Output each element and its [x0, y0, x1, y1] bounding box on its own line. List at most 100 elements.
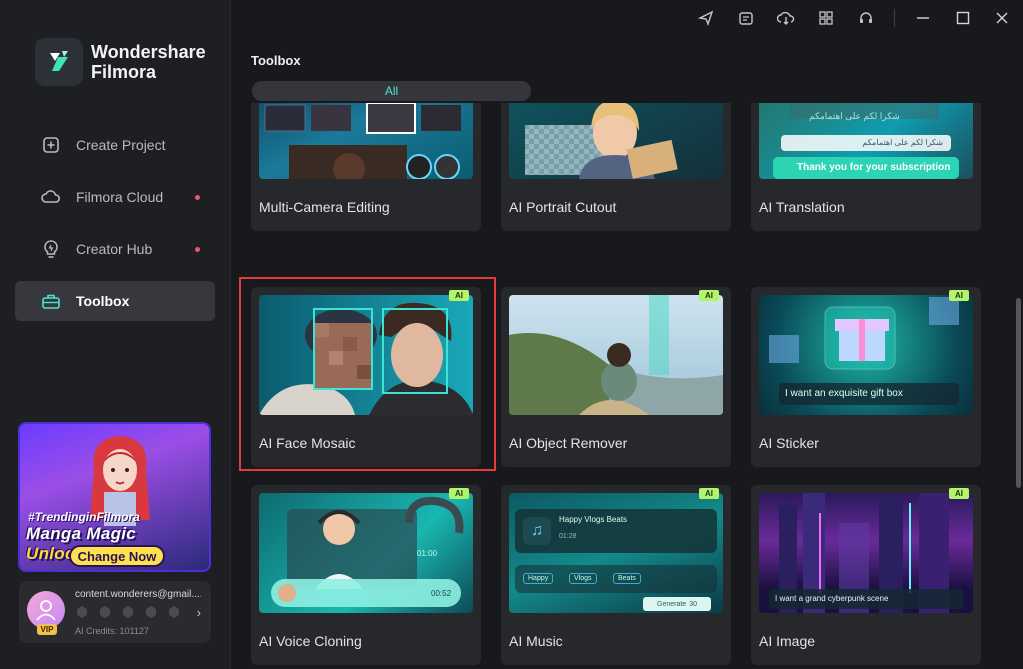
brand-name: Wondershare Filmora: [91, 42, 206, 82]
tool-grid: Multi-Camera Editing AI AI Portrait Cuto…: [240, 103, 1015, 669]
card-thumbnail: [509, 295, 723, 415]
voice-time-cloned: 00:52: [431, 589, 452, 598]
card-label: AI Image: [759, 633, 816, 649]
card-label: AI Music: [509, 633, 563, 649]
music-title: Happy Vlogs Beats: [559, 515, 628, 524]
brand-line-1: Wondershare: [91, 42, 206, 62]
card-thumbnail: [509, 103, 723, 179]
music-time: 01:28: [559, 533, 577, 540]
minimize-icon[interactable]: [914, 9, 932, 27]
music-tag: Happy: [523, 573, 554, 584]
close-icon[interactable]: [993, 9, 1011, 27]
translation-caption: شكرا لكم على اهتمامكم: [781, 135, 951, 151]
tool-card-ai-object-remover[interactable]: AI AI Object Remover: [501, 287, 731, 467]
sidebar-item-label: Creator Hub: [76, 241, 153, 257]
sidebar-item-create-project[interactable]: Create Project: [15, 125, 215, 165]
scrollbar-thumb[interactable]: [1016, 298, 1021, 488]
ai-badge: AI: [949, 290, 969, 301]
grid-icon[interactable]: [817, 9, 835, 27]
brand-line-2: Filmora: [91, 62, 157, 82]
card-label: AI Sticker: [759, 435, 819, 451]
sticker-prompt: I want an exquisite gift box: [779, 383, 959, 405]
card-thumbnail: شكرا لكم على اهتمامكم شكرا لكم على اهتما…: [759, 103, 973, 179]
sidebar-item-filmora-cloud[interactable]: Filmora Cloud: [15, 177, 215, 217]
card-thumbnail: ♫ Happy Vlogs Beats 01:28 Happy Vlogs Be…: [509, 493, 723, 613]
filmora-logo-icon: [35, 38, 83, 86]
card-label: AI Portrait Cutout: [509, 199, 617, 215]
notification-dot: [195, 195, 200, 200]
ai-badge: AI: [699, 488, 719, 499]
card-label: AI Translation: [759, 199, 845, 215]
card-thumbnail: [259, 103, 473, 179]
brand: Wondershare Filmora: [35, 38, 206, 86]
ai-badge: AI: [449, 290, 469, 301]
tab-all[interactable]: All: [252, 81, 531, 101]
filter-bar: All: [252, 81, 531, 101]
notification-dot: [195, 247, 200, 252]
sidebar: Wondershare Filmora Create Project Filmo…: [0, 0, 231, 669]
card-thumbnail: [259, 295, 473, 415]
plus-square-icon: [41, 135, 61, 155]
account-email: content.wonderers@gmail....: [75, 589, 201, 600]
tool-card-multi-camera-editing[interactable]: Multi-Camera Editing: [251, 103, 481, 231]
sidebar-item-label: Toolbox: [76, 293, 130, 309]
filmora-window: Wondershare Filmora Create Project Filmo…: [0, 0, 1023, 669]
account-panel[interactable]: VIP content.wonderers@gmail.... AI Credi…: [19, 581, 211, 643]
badge-icon: [98, 605, 114, 619]
card-label: AI Voice Cloning: [259, 633, 362, 649]
tool-card-ai-face-mosaic[interactable]: AI AI Face Mosaic: [251, 287, 481, 467]
card-thumbnail: 01:00 00:52: [259, 493, 473, 613]
sidebar-item-toolbox[interactable]: Toolbox: [15, 281, 215, 321]
sidebar-item-label: Filmora Cloud: [76, 189, 164, 205]
tool-card-ai-music[interactable]: AI ♫ Happy Vlogs Beats 01:28 Happy Vlogs…: [501, 485, 731, 665]
badge-icon: [75, 605, 91, 619]
badge-icon: [144, 605, 160, 619]
send-icon[interactable]: [697, 9, 715, 27]
headset-icon[interactable]: [857, 9, 875, 27]
page-title: Toolbox: [251, 53, 301, 68]
music-tag: Vlogs: [569, 573, 597, 584]
maximize-icon[interactable]: [954, 9, 972, 27]
cloud-icon: [41, 187, 61, 207]
ai-badge: AI: [449, 488, 469, 499]
image-prompt: I want a grand cyberpunk scene: [769, 589, 963, 609]
tool-card-ai-voice-cloning[interactable]: AI 01:00 00:52 AI Voice Cloning: [251, 485, 481, 665]
card-thumbnail: I want a grand cyberpunk scene: [759, 493, 973, 613]
music-note-icon: ♫: [523, 517, 551, 545]
sidebar-nav: Create Project Filmora Cloud Creator Hub: [15, 125, 215, 333]
vip-badge: VIP: [37, 624, 57, 635]
card-thumbnail: I want an exquisite gift box: [759, 295, 973, 415]
ai-badge: AI: [699, 290, 719, 301]
music-tag: Beats: [613, 573, 641, 584]
tool-card-ai-image[interactable]: AI I want a grand cyberpunk scene AI Ima…: [751, 485, 981, 665]
music-generate-button: Generate 30: [643, 597, 711, 611]
lightbulb-icon: [41, 239, 61, 259]
tool-card-ai-translation[interactable]: AI شكرا لكم على اهتمامكم شكرا لكم على اه…: [751, 103, 981, 231]
tool-card-ai-sticker[interactable]: AI I want an exquisite gift box AI Stick…: [751, 287, 981, 467]
change-now-button[interactable]: Change Now: [69, 545, 165, 567]
promo-title-part: Manga Magic: [26, 524, 137, 543]
ai-credits: AI Credits: 101127: [75, 626, 149, 636]
card-label: Multi-Camera Editing: [259, 199, 390, 215]
sidebar-item-label: Create Project: [76, 137, 166, 153]
toolbox-icon: [41, 291, 61, 311]
voice-time-original: 01:00: [417, 549, 438, 558]
ai-badge: AI: [949, 488, 969, 499]
chevron-right-icon[interactable]: ›: [197, 605, 201, 620]
promo-hashtag: #TrendinginFilmora: [28, 510, 140, 524]
achievement-badges: [75, 605, 183, 619]
generate-label: Generate: [657, 600, 687, 608]
badge-icon: [167, 605, 183, 619]
sidebar-item-creator-hub[interactable]: Creator Hub: [15, 229, 215, 269]
tool-card-ai-portrait-cutout[interactable]: AI AI Portrait Cutout: [501, 103, 731, 231]
badge-icon: [121, 605, 137, 619]
card-label: AI Object Remover: [509, 435, 628, 451]
calendar-task-icon[interactable]: [737, 9, 755, 27]
cloud-download-icon[interactable]: [777, 9, 795, 27]
translation-result: Thank you for your subscription: [773, 157, 959, 179]
divider: [894, 9, 895, 27]
generate-credits: 30: [689, 600, 697, 608]
promo-banner[interactable]: #TrendinginFilmora Manga Magic Unlocked …: [18, 422, 211, 572]
card-label: AI Face Mosaic: [259, 435, 356, 451]
translation-source-text: شكرا لكم على اهتمامكم: [809, 111, 900, 121]
